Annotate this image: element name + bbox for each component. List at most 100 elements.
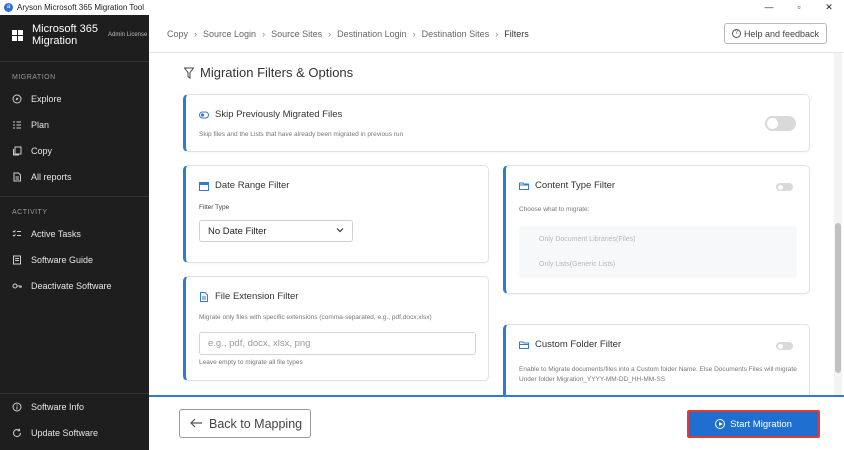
option-lists[interactable]: Only Lists(Generic Lists) <box>539 261 615 268</box>
custom-folder-desc: Enable to Migrate documents/files into a… <box>519 366 797 383</box>
header: Copy › Source Login › Source Sites › Des… <box>149 15 844 53</box>
window-controls: — ▫ ✕ <box>754 0 844 15</box>
custom-folder-card: Custom Folder Filter Enable to Migrate d… <box>503 324 810 395</box>
custom-folder-label: Custom Folder Filter <box>535 339 622 350</box>
back-to-mapping-button[interactable]: Back to Mapping <box>179 409 311 438</box>
file-extension-title: File Extension Filter <box>199 291 298 302</box>
sidebar-item-label: Deactivate Software <box>31 281 112 291</box>
file-extension-label: File Extension Filter <box>215 291 299 302</box>
plan-icon <box>12 120 22 130</box>
arrow-left-icon <box>190 416 203 431</box>
reports-icon <box>12 172 22 182</box>
start-migration-label: Start Migration <box>730 418 792 430</box>
sidebar-item-deactivate[interactable]: Deactivate Software <box>0 273 149 299</box>
sidebar-item-label: Explore <box>31 94 62 104</box>
chevron-right-icon: › <box>194 28 198 39</box>
close-button[interactable]: ✕ <box>814 0 844 15</box>
sidebar-item-update-software[interactable]: Update Software <box>0 420 149 446</box>
title-bar: a Aryson Microsoft 365 Migration Tool — … <box>0 0 844 15</box>
file-extension-input[interactable] <box>199 332 476 355</box>
sidebar-item-label: Software Guide <box>31 255 94 265</box>
license-label: Admin License <box>108 31 148 38</box>
sidebar-item-label: Plan <box>31 120 50 130</box>
update-icon <box>12 428 22 438</box>
breadcrumb-destination-sites[interactable]: Destination Sites <box>422 29 490 39</box>
activity-section-label: ACTIVITY <box>12 209 48 216</box>
date-range-card: Date Range Filter Filter Type No Date Fi… <box>183 165 489 263</box>
minimize-button[interactable]: — <box>754 0 784 15</box>
divider <box>0 61 149 62</box>
toggle-icon <box>199 111 209 118</box>
info-icon <box>12 402 22 412</box>
key-icon <box>12 281 22 291</box>
file-extension-desc: Migrate only files with specific extensi… <box>199 314 432 321</box>
content-type-card: Content Type Filter Choose what to migra… <box>503 165 810 294</box>
breadcrumb-source-sites[interactable]: Source Sites <box>271 29 322 39</box>
breadcrumb: Copy › Source Login › Source Sites › Des… <box>149 29 529 39</box>
guide-icon <box>12 255 22 265</box>
custom-folder-toggle[interactable] <box>776 342 793 350</box>
filter-icon <box>184 67 194 79</box>
start-migration-button[interactable]: Start Migration <box>687 410 820 438</box>
content-scrollbar[interactable] <box>834 53 842 395</box>
scrollbar-thumb[interactable] <box>835 223 841 373</box>
sidebar-item-software-guide[interactable]: Software Guide <box>0 247 149 273</box>
sidebar-item-reports[interactable]: All reports <box>0 164 149 190</box>
help-feedback-button[interactable]: ? Help and feedback <box>723 23 827 44</box>
date-range-label: Date Range Filter <box>215 180 290 191</box>
content-type-options: Only Document Libraries(Files) Only List… <box>519 226 797 278</box>
chevron-down-icon <box>336 226 344 236</box>
date-filter-value: No Date Filter <box>208 225 267 237</box>
skip-migrated-title: Skip Previously Migrated Files <box>199 109 342 120</box>
migration-section-label: MIGRATION <box>12 74 56 81</box>
breadcrumb-destination-login[interactable]: Destination Login <box>337 29 407 39</box>
content-type-toggle[interactable] <box>776 183 793 191</box>
help-icon: ? <box>731 29 741 38</box>
skip-migrated-card: Skip Previously Migrated Files Skip file… <box>183 94 810 152</box>
sidebar-item-software-info[interactable]: Software Info <box>0 394 149 420</box>
sidebar-item-label: Copy <box>31 146 53 156</box>
tasks-icon <box>12 229 22 239</box>
sidebar: Microsoft 365 Migration Admin License MI… <box>0 15 149 450</box>
sidebar-item-plan[interactable]: Plan <box>0 112 149 138</box>
brand: Microsoft 365 Migration Admin License <box>0 15 149 55</box>
play-icon <box>715 419 726 429</box>
page-title-text: Migration Filters & Options <box>200 65 354 80</box>
divider <box>0 196 149 197</box>
skip-migrated-label: Skip Previously Migrated Files <box>215 109 343 120</box>
sidebar-item-active-tasks[interactable]: Active Tasks <box>0 221 149 247</box>
folder-icon <box>519 182 529 190</box>
app-grid-icon <box>12 29 23 41</box>
maximize-button[interactable]: ▫ <box>784 0 814 15</box>
sidebar-bottom: Software Info Update Software <box>0 393 149 450</box>
page-title: Migration Filters & Options <box>184 65 353 80</box>
custom-folder-title: Custom Folder Filter <box>519 339 621 350</box>
chevron-right-icon: › <box>328 28 332 39</box>
chevron-right-icon: › <box>495 28 499 39</box>
chevron-right-icon: › <box>412 28 416 39</box>
sidebar-item-explore[interactable]: Explore <box>0 86 149 112</box>
content-type-label: Content Type Filter <box>535 180 616 191</box>
content-type-desc: Choose what to migrate: <box>519 206 590 213</box>
date-filter-select[interactable]: No Date Filter <box>199 220 353 242</box>
skip-migrated-toggle[interactable] <box>765 116 796 131</box>
filters-panel: Migration Filters & Options Skip Previou… <box>166 53 826 395</box>
back-to-mapping-label: Back to Mapping <box>209 416 303 431</box>
explore-icon <box>12 94 22 104</box>
file-extension-card: File Extension Filter Migrate only files… <box>183 276 489 381</box>
app-icon: a <box>4 3 13 12</box>
breadcrumb-copy[interactable]: Copy <box>167 29 188 39</box>
chevron-right-icon: › <box>262 28 266 39</box>
filter-type-label: Filter Type <box>199 204 230 211</box>
file-extension-hint: Leave empty to migrate all file types <box>199 359 303 366</box>
file-icon <box>200 291 208 302</box>
sidebar-item-label: Update Software <box>31 428 99 438</box>
help-feedback-label: Help and feedback <box>743 28 819 39</box>
skip-migrated-desc: Skip files and the Lists that have alrea… <box>199 131 404 138</box>
sidebar-item-label: All reports <box>31 172 72 182</box>
option-document-libraries[interactable]: Only Document Libraries(Files) <box>539 236 635 243</box>
sidebar-item-copy[interactable]: Copy <box>0 138 149 164</box>
window-title: Aryson Microsoft 365 Migration Tool <box>17 3 145 12</box>
copy-icon <box>12 146 22 156</box>
breadcrumb-source-login[interactable]: Source Login <box>203 29 256 39</box>
